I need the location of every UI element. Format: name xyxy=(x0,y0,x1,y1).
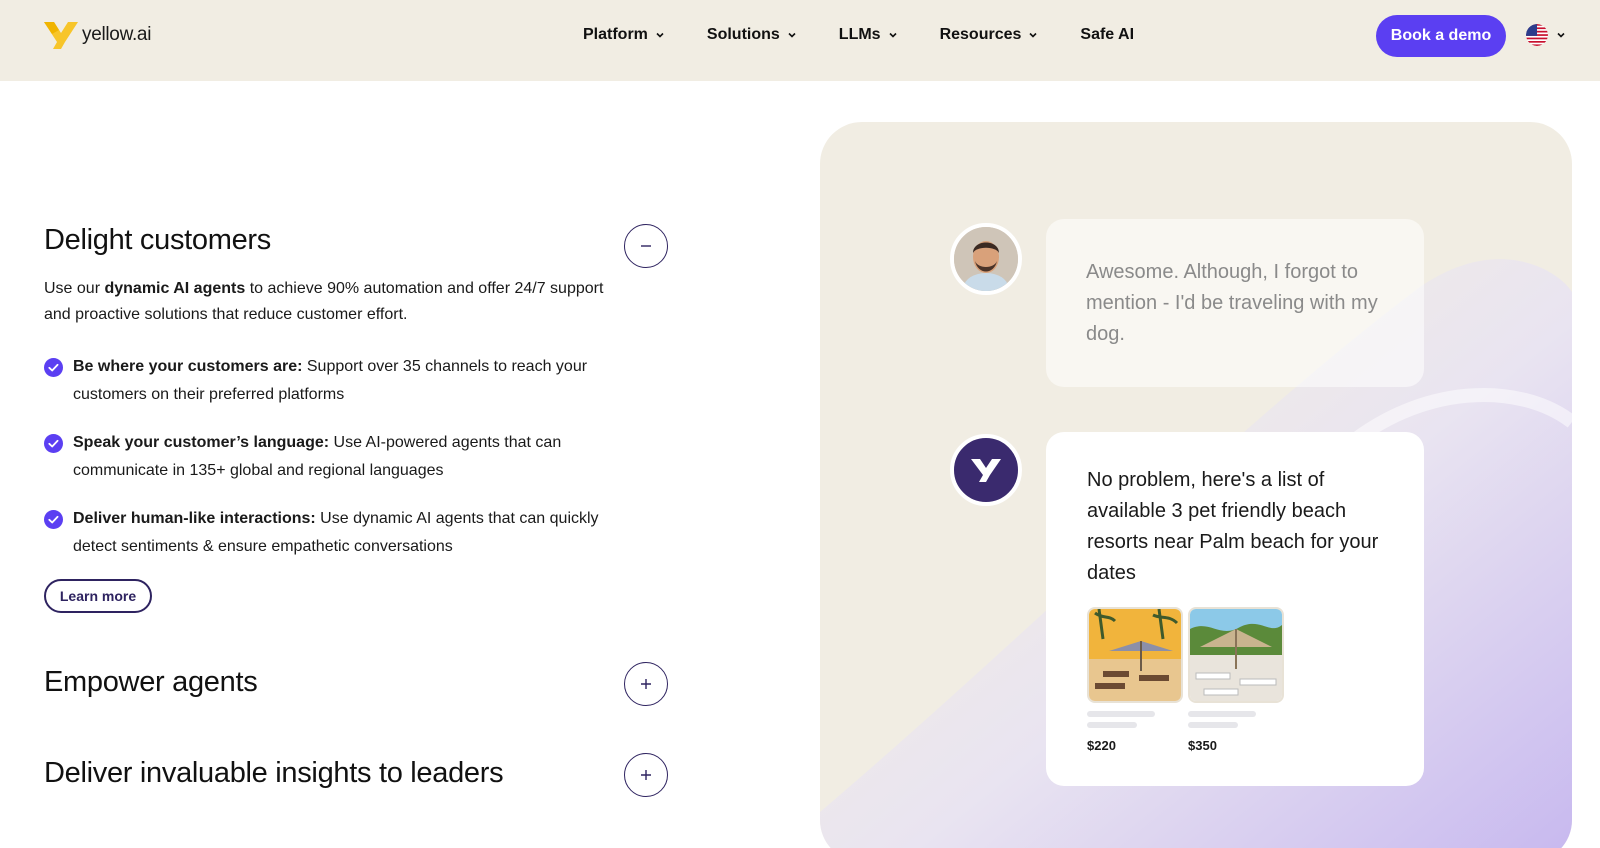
nav-llms-label: LLMs xyxy=(838,26,881,43)
nav-solutions[interactable]: Solutions xyxy=(707,26,797,44)
section-title-delight-customers[interactable]: Delight customers xyxy=(44,224,271,257)
bot-message-text: No problem, here's a list of available 3… xyxy=(1087,469,1379,584)
user-message-bubble: Awesome. Although, I forgot to mention -… xyxy=(1046,219,1424,387)
nav-resources[interactable]: Resources xyxy=(940,26,1039,44)
nav-resources-label: Resources xyxy=(939,26,1022,43)
collapse-button[interactable] xyxy=(624,224,668,268)
chevron-down-icon xyxy=(656,32,664,38)
chevron-down-icon xyxy=(1557,32,1565,38)
chevron-down-icon xyxy=(889,32,897,38)
yellow-ai-logo-icon xyxy=(44,22,78,49)
feature-item: Deliver human-like interactions: Use dyn… xyxy=(44,505,634,561)
feature-title: Deliver human-like interactions: xyxy=(73,510,316,527)
section-title-insights-leaders[interactable]: Deliver invaluable insights to leaders xyxy=(44,757,504,790)
feature-title: Be where your customers are: xyxy=(73,358,303,375)
placeholder-line xyxy=(1188,711,1256,717)
nav-safe-ai-label: Safe AI xyxy=(1080,26,1135,43)
us-flag-icon xyxy=(1526,24,1548,46)
feature-item: Speak your customer’s language: Use AI-p… xyxy=(44,429,634,485)
chevron-down-icon xyxy=(788,32,796,38)
site-header: yellow.ai Platform Solutions LLMs Resour… xyxy=(0,0,1600,81)
check-circle-icon xyxy=(44,510,63,529)
learn-more-button[interactable]: Learn more xyxy=(44,579,152,613)
intro-highlight: dynamic AI agents xyxy=(104,280,246,297)
placeholder-line xyxy=(1188,722,1238,728)
plus-icon xyxy=(641,679,651,689)
language-selector[interactable] xyxy=(1526,24,1566,46)
bot-avatar xyxy=(950,434,1022,506)
placeholder-line xyxy=(1087,722,1137,728)
feature-item: Be where your customers are: Support ove… xyxy=(44,353,634,409)
logo-text: yellow.ai xyxy=(82,24,152,45)
resort-card[interactable]: $350 xyxy=(1188,607,1284,753)
plus-icon xyxy=(641,770,651,780)
nav-solutions-label: Solutions xyxy=(706,26,780,43)
intro-prefix: Use our xyxy=(44,280,105,297)
section-intro: Use our dynamic AI agents to achieve 90%… xyxy=(44,276,604,328)
beach-umbrella-image-icon xyxy=(1190,609,1282,701)
beach-umbrella-image-icon xyxy=(1089,609,1181,701)
nav-platform-label: Platform xyxy=(583,26,648,43)
expand-button[interactable] xyxy=(624,753,668,797)
logo[interactable]: yellow.ai xyxy=(44,20,151,50)
resort-image xyxy=(1188,607,1284,703)
nav-platform[interactable]: Platform xyxy=(583,26,665,44)
section-title-empower-agents[interactable]: Empower agents xyxy=(44,666,258,699)
feature-title: Speak your customer’s language: xyxy=(73,434,330,451)
placeholder-line xyxy=(1087,711,1155,717)
resort-price: $350 xyxy=(1188,738,1217,753)
check-circle-icon xyxy=(44,358,63,377)
resort-card[interactable]: $220 xyxy=(1087,607,1183,753)
expand-button[interactable] xyxy=(624,662,668,706)
resort-image xyxy=(1087,607,1183,703)
bot-message-bubble: No problem, here's a list of available 3… xyxy=(1046,432,1424,786)
check-circle-icon xyxy=(44,434,63,453)
minus-icon xyxy=(641,245,651,247)
resort-price: $220 xyxy=(1087,738,1116,753)
main-nav: Platform Solutions LLMs Resources Safe A… xyxy=(583,26,1134,44)
chevron-down-icon xyxy=(1029,32,1037,38)
user-avatar xyxy=(950,223,1022,295)
yellow-ai-logo-icon xyxy=(971,459,1001,482)
nav-llms[interactable]: LLMs xyxy=(839,26,898,44)
book-demo-button[interactable]: Book a demo xyxy=(1376,15,1506,57)
user-photo-icon xyxy=(954,227,1018,291)
nav-safe-ai[interactable]: Safe AI xyxy=(1080,26,1134,44)
